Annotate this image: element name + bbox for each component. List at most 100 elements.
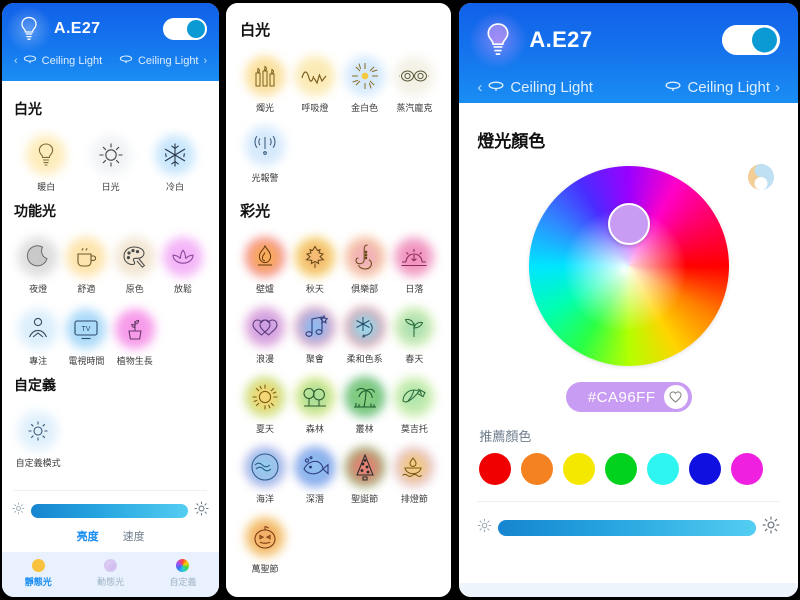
scene-fireplace[interactable]: 壁爐 <box>240 231 290 297</box>
scene-summer[interactable]: 夏天 <box>240 371 290 437</box>
color-light-grid: 壁爐 秋天 俱樂部 日落 浪漫 聚會 柔和色系 春天 夏天 森林 叢林 莫吉托 … <box>240 231 439 577</box>
static-light-icon <box>31 559 45 572</box>
scene-candlelight[interactable]: 燭光 <box>240 50 290 116</box>
color-wheel-knob[interactable] <box>607 203 650 245</box>
white-balance-icon[interactable] <box>744 160 778 194</box>
palette-icon <box>113 235 157 279</box>
scene-original-color[interactable]: 原色 <box>111 231 159 297</box>
chevron-left-icon: ‹ <box>477 79 483 96</box>
tab-custom[interactable]: 自定義 <box>169 559 196 588</box>
panel-c-bottom-strip <box>459 583 799 597</box>
scene-jungle[interactable]: 叢林 <box>340 371 390 437</box>
ceiling-light-icon <box>119 55 133 67</box>
scene-gold-white[interactable]: 金白色 <box>340 50 390 116</box>
heart-icon[interactable] <box>663 385 688 409</box>
scene-label: 夏天 <box>256 424 275 434</box>
nav-next[interactable]: Ceiling Light › <box>119 55 207 67</box>
color-swatch[interactable] <box>689 453 722 485</box>
scene-diwali[interactable]: 排燈節 <box>390 441 440 507</box>
dynamic-white-grid: 燭光 呼吸燈 金白色 蒸汽龐克 光報警 <box>240 50 439 186</box>
scene-daylight[interactable]: 日光 <box>78 129 142 195</box>
scene-label: 電視時間 <box>68 356 105 366</box>
scene-relax[interactable]: 放鬆 <box>159 231 207 297</box>
scene-romance[interactable]: 浪漫 <box>240 301 290 367</box>
scene-autumn[interactable]: 秋天 <box>290 231 340 297</box>
nav-prev-label: Ceiling Light <box>41 55 103 67</box>
scene-mojito[interactable]: 莫吉托 <box>390 371 440 437</box>
tab-static-light[interactable]: 靜態光 <box>25 559 52 588</box>
scene-label: 原色 <box>125 284 144 294</box>
scene-pastel[interactable]: 柔和色系 <box>340 301 390 367</box>
scene-breathing-light[interactable]: 呼吸燈 <box>290 50 340 116</box>
nav-prev[interactable]: ‹ Ceiling Light <box>14 55 102 67</box>
scene-label: 森林 <box>305 424 324 434</box>
scene-comfort[interactable]: 舒適 <box>62 231 110 297</box>
scene-label: 冷白 <box>165 182 184 192</box>
scene-club[interactable]: 俱樂部 <box>340 231 390 297</box>
brightness-slider[interactable] <box>31 504 189 518</box>
scene-christmas[interactable]: 聖誕節 <box>340 441 390 507</box>
scene-plant-growth[interactable]: 植物生長 <box>111 303 159 369</box>
moon-icon <box>16 235 60 279</box>
scene-warm-white[interactable]: 暖白 <box>14 129 78 195</box>
scene-steampunk[interactable]: 蒸汽龐克 <box>390 50 440 116</box>
power-toggle[interactable] <box>722 25 781 55</box>
scene-tv-time[interactable]: TV 電視時間 <box>62 303 110 369</box>
scene-cool-white[interactable]: 冷白 <box>143 129 207 195</box>
panel-a-body: 白光 暖白 日光 冷白 功能光 夜燈 舒適 原色 放鬆 專注 TV 電視時間 植… <box>2 81 220 490</box>
tab-brightness[interactable]: 亮度 <box>77 528 99 544</box>
hex-value-row: #CA96FF <box>477 382 780 412</box>
panel-static-light: A.E27 ‹ Ceiling Light Ceiling Light › 白光… <box>2 3 220 597</box>
scene-label: 俱樂部 <box>351 284 379 294</box>
white-light-grid: 暖白 日光 冷白 <box>14 129 207 195</box>
plant-pot-icon <box>113 307 157 351</box>
palm-tree-icon <box>343 375 387 419</box>
scene-label: 金白色 <box>351 103 379 113</box>
scene-deep-dive[interactable]: 深潛 <box>290 441 340 507</box>
tab-dynamic-light[interactable]: 動態光 <box>97 559 124 588</box>
scene-focus[interactable]: 專注 <box>14 303 62 369</box>
color-swatch[interactable] <box>479 453 512 485</box>
scene-halloween[interactable]: 萬聖節 <box>240 511 290 577</box>
nav-prev[interactable]: ‹ Ceiling Light <box>477 79 593 96</box>
section-title-color-light: 彩光 <box>240 203 271 220</box>
scene-spring[interactable]: 春天 <box>390 301 440 367</box>
goggles-icon <box>392 54 436 98</box>
chevron-left-icon: ‹ <box>14 55 18 67</box>
scene-label: 壁爐 <box>256 284 275 294</box>
scene-night-light[interactable]: 夜燈 <box>14 231 62 297</box>
scene-label: 莫吉托 <box>400 424 428 434</box>
fish-icon <box>293 445 337 489</box>
brightness-slider[interactable] <box>498 519 757 536</box>
scene-forest[interactable]: 森林 <box>290 371 340 437</box>
panel-c-header-top: A.E27 <box>469 9 781 71</box>
alarm-light-icon <box>243 124 287 168</box>
scene-label: 光報警 <box>251 173 279 183</box>
device-title: A.E27 <box>529 27 593 52</box>
color-swatch[interactable] <box>731 453 764 485</box>
scene-label: 日落 <box>405 284 424 294</box>
bulb-icon <box>469 9 528 71</box>
tab-label: 靜態光 <box>24 577 52 587</box>
scene-ocean[interactable]: 海洋 <box>240 441 290 507</box>
scene-party[interactable]: 聚會 <box>290 301 340 367</box>
sprout-icon <box>392 305 436 349</box>
app-screenshot: A.E27 ‹ Ceiling Light Ceiling Light › 白光… <box>0 0 800 600</box>
maple-leaf-icon <box>293 235 337 279</box>
scene-sunset[interactable]: 日落 <box>390 231 440 297</box>
hex-value-pill[interactable]: #CA96FF <box>565 382 692 412</box>
nav-next[interactable]: Ceiling Light › <box>664 79 780 96</box>
forest-trees-icon <box>293 375 337 419</box>
color-swatch[interactable] <box>521 453 554 485</box>
scene-light-alarm[interactable]: 光報警 <box>240 120 290 186</box>
power-toggle[interactable] <box>163 18 208 40</box>
color-swatch[interactable] <box>605 453 638 485</box>
color-swatch[interactable] <box>647 453 680 485</box>
tab-speed[interactable]: 速度 <box>123 528 145 544</box>
color-wheel[interactable] <box>528 166 729 366</box>
music-notes-icon <box>293 305 337 349</box>
person-focus-icon <box>16 307 60 351</box>
saxophone-icon <box>343 235 387 279</box>
color-swatch[interactable] <box>563 453 596 485</box>
scene-custom-mode[interactable]: 自定義模式 <box>14 405 62 471</box>
